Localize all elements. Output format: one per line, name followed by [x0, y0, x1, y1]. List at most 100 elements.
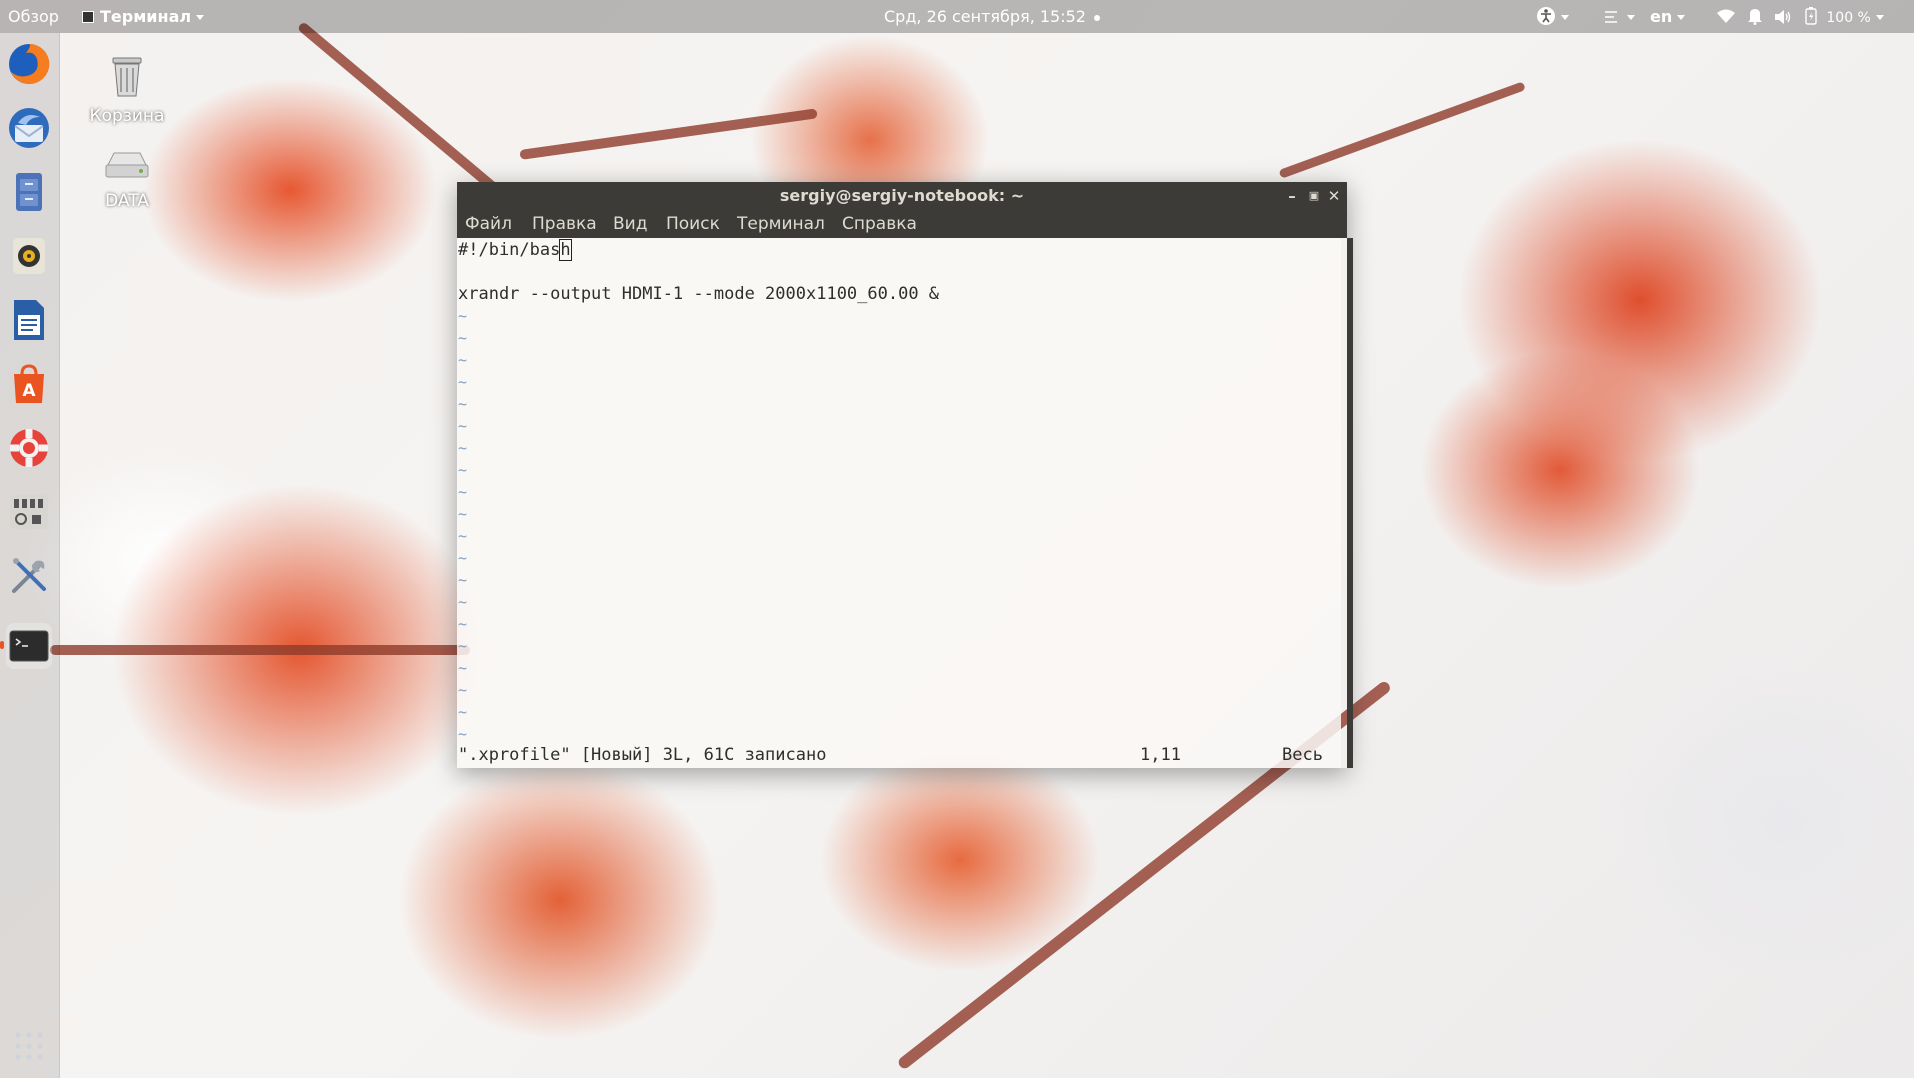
- desktop-icon-label: Корзина: [89, 106, 165, 126]
- clock-label: Срд, 26 сентября, 15:52: [884, 7, 1086, 26]
- desktop-icon-trash[interactable]: Корзина: [77, 52, 177, 126]
- terminal-launcher[interactable]: [6, 623, 52, 669]
- empty-line-marker: ~: [458, 461, 468, 479]
- trash-icon: [112, 57, 142, 97]
- terminal-menubar: Файл Правка Вид Поиск Терминал Справка: [457, 210, 1347, 238]
- maximize-icon: ▣: [1308, 189, 1320, 202]
- menu-search[interactable]: Поиск: [666, 210, 720, 238]
- terminal-icon: [9, 630, 49, 662]
- rhythmbox-icon: [13, 238, 45, 274]
- system-status-menu[interactable]: 100 %: [1716, 0, 1884, 33]
- empty-line-marker: ~: [458, 329, 468, 347]
- dock: A: [0, 33, 60, 1078]
- language-label: en: [1650, 7, 1673, 26]
- chevron-down-icon: [1627, 15, 1635, 20]
- running-indicator: [0, 641, 4, 649]
- branch-decoration: [519, 108, 818, 160]
- wifi-icon: [1717, 9, 1735, 23]
- vim-status-position: 1,11: [1140, 745, 1181, 765]
- firefox-icon: [9, 43, 50, 84]
- monitor-icon: [10, 495, 48, 529]
- terminal-window[interactable]: sergiy@sergiy-notebook: ~ – ▣ ✕ Файл Пра…: [457, 182, 1353, 768]
- empty-line-marker: ~: [458, 637, 468, 655]
- minimize-icon: –: [1288, 187, 1296, 205]
- bell-icon: [1748, 9, 1763, 25]
- help-launcher[interactable]: [6, 425, 52, 471]
- empty-line-marker: ~: [458, 571, 468, 589]
- files-launcher[interactable]: [6, 169, 52, 215]
- empty-line-marker: ~: [458, 351, 468, 369]
- minimize-button[interactable]: –: [1281, 182, 1303, 210]
- empty-line-marker: ~: [458, 483, 468, 501]
- branch-decoration: [296, 21, 503, 196]
- tools-icon: [12, 558, 46, 593]
- chevron-down-icon: [1677, 15, 1686, 20]
- help-icon: [10, 429, 48, 467]
- apps-grid-icon: [15, 1032, 43, 1060]
- empty-line-marker: ~: [458, 395, 468, 413]
- clock[interactable]: Срд, 26 сентября, 15:52: [884, 0, 1101, 33]
- terminal-content[interactable]: #!/bin/bash xrandr --output HDMI-1 --mod…: [457, 238, 1341, 768]
- chevron-down-icon: [196, 15, 205, 20]
- menu-file[interactable]: Файл: [465, 210, 512, 238]
- language-menu[interactable]: en: [1650, 0, 1686, 33]
- rhythmbox-launcher[interactable]: [6, 233, 52, 279]
- window-title: sergiy@sergiy-notebook: ~: [779, 186, 1025, 205]
- vim-status-file: ".xprofile" [Новый] 3L, 61C записано: [458, 745, 827, 765]
- menu-edit[interactable]: Правка: [532, 210, 597, 238]
- firefox-launcher[interactable]: [6, 41, 52, 87]
- branch-decoration: [1278, 81, 1526, 179]
- svg-text:A: A: [22, 381, 36, 401]
- software-launcher[interactable]: A: [6, 361, 52, 407]
- terminal-small-icon: [82, 11, 94, 23]
- scrollbar[interactable]: [1347, 238, 1353, 768]
- show-applications-button[interactable]: [6, 1023, 52, 1069]
- menu-help[interactable]: Справка: [842, 210, 917, 238]
- window-titlebar[interactable]: sergiy@sergiy-notebook: ~ – ▣ ✕: [457, 182, 1347, 210]
- empty-line-marker: ~: [458, 307, 468, 325]
- menu-terminal[interactable]: Терминал: [737, 210, 825, 238]
- notification-dot-icon: [1094, 14, 1101, 21]
- empty-line-marker: ~: [458, 527, 468, 545]
- battery-percentage: 100 %: [1826, 10, 1871, 26]
- empty-line-marker: ~: [458, 549, 468, 567]
- vim-status-scope: Весь: [1282, 745, 1323, 765]
- chevron-down-icon: [1875, 15, 1884, 20]
- accessibility-icon: [1537, 7, 1555, 25]
- accessibility-menu[interactable]: [1536, 0, 1569, 33]
- empty-line-marker: ~: [458, 439, 468, 457]
- editor-line-1: #!/bin/bash: [458, 239, 572, 261]
- empty-line-marker: ~: [458, 615, 468, 633]
- maximize-button[interactable]: ▣: [1303, 182, 1325, 210]
- top-bar: Обзор Терминал Срд, 26 сентября, 15:52 e…: [0, 0, 1914, 33]
- empty-line-marker: ~: [458, 703, 468, 721]
- desktop-icon-data[interactable]: DATA: [77, 145, 177, 211]
- branch-decoration: [50, 645, 470, 655]
- files-icon: [16, 173, 42, 211]
- empty-line-marker: ~: [458, 659, 468, 677]
- close-button[interactable]: ✕: [1323, 182, 1345, 210]
- text-cursor: h: [559, 239, 572, 261]
- activities-button[interactable]: Обзор: [8, 0, 59, 33]
- empty-line-marker: ~: [458, 681, 468, 699]
- app-menu-label: Терминал: [100, 7, 192, 26]
- volume-icon: [1775, 10, 1791, 24]
- settings-launcher[interactable]: [6, 553, 52, 599]
- empty-line-marker: ~: [458, 593, 468, 611]
- empty-line-marker: ~: [458, 725, 468, 743]
- list-icon: [1605, 11, 1617, 23]
- menu-view[interactable]: Вид: [613, 210, 647, 238]
- empty-line-marker: ~: [458, 417, 468, 435]
- chevron-down-icon: [1561, 15, 1569, 20]
- editor-line-3: xrandr --output HDMI-1 --mode 2000x1100_…: [458, 284, 940, 304]
- software-icon: A: [14, 364, 44, 403]
- monitor-launcher[interactable]: [6, 489, 52, 535]
- writer-launcher[interactable]: [6, 297, 52, 343]
- drive-icon: [105, 152, 149, 178]
- app-menu[interactable]: Терминал: [82, 0, 205, 33]
- battery-charging-icon: [1805, 7, 1817, 25]
- close-icon: ✕: [1327, 187, 1341, 205]
- empty-line-marker: ~: [458, 505, 468, 523]
- thunderbird-launcher[interactable]: [6, 105, 52, 151]
- input-method-menu[interactable]: [1604, 0, 1635, 33]
